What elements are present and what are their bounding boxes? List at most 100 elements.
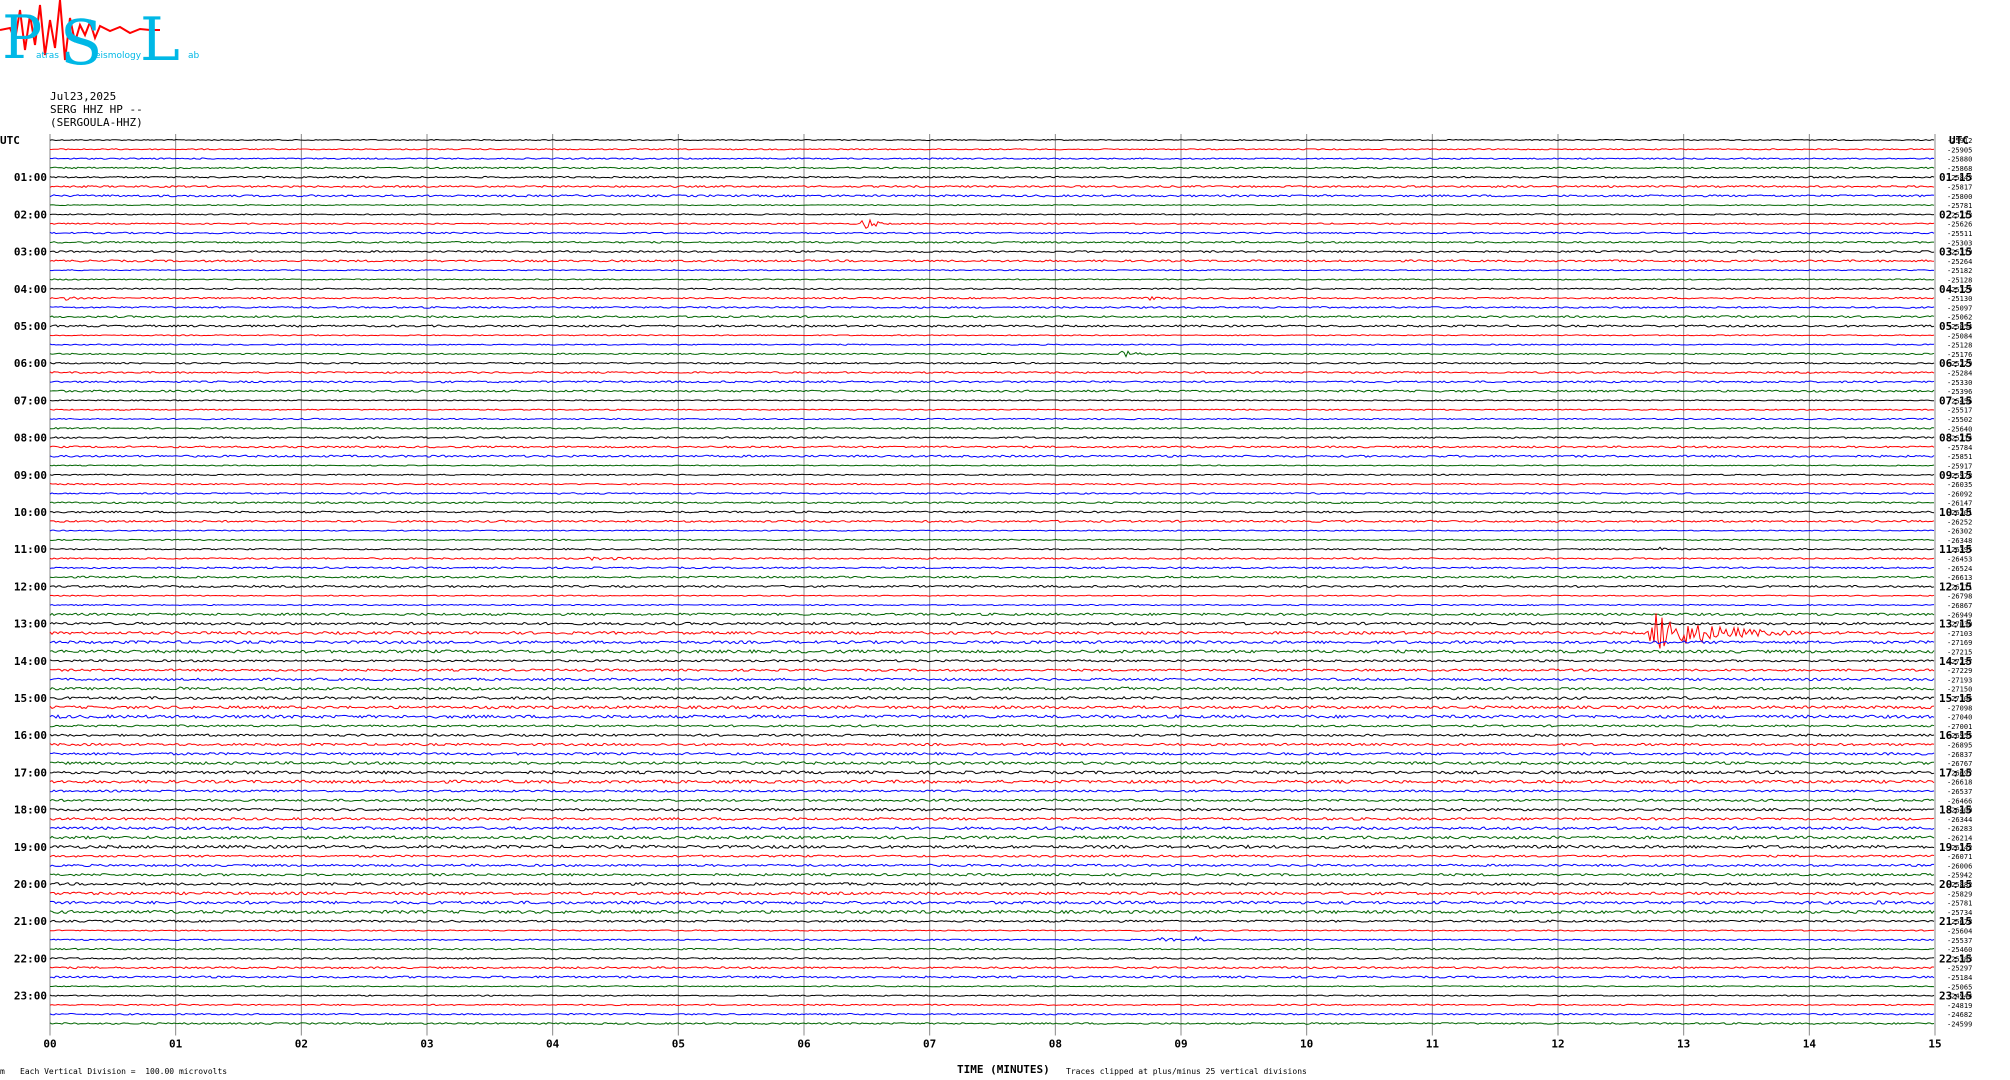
seismic-trace (49, 705, 1935, 710)
left-hour-label: 10:00 (14, 506, 47, 519)
trace-offset-label: -25130 (1947, 295, 1972, 303)
trace-offset-label: -26035 (1947, 481, 1972, 489)
left-hour-label: 08:00 (14, 432, 47, 445)
seismic-trace (49, 612, 1935, 617)
seismic-trace (49, 935, 1935, 942)
seismic-trace (49, 389, 1935, 393)
left-hour-label: 18:00 (14, 804, 47, 817)
right-utc-label: UTC (1949, 134, 1969, 147)
right-hour-label: 16:15 (1939, 729, 1972, 742)
trace-offset-label: -26798 (1947, 593, 1972, 601)
seismic-trace (49, 529, 1935, 532)
right-hour-label: 10:15 (1939, 506, 1972, 519)
trace-offset-label: -25537 (1947, 937, 1972, 945)
seismic-trace (49, 510, 1935, 514)
seismic-trace (49, 724, 1935, 728)
scale-note: Each Vertical Division = 100.00 microvol… (20, 1067, 228, 1076)
seismic-trace (49, 417, 1935, 421)
seismic-trace (49, 798, 1935, 803)
seismic-trace (49, 454, 1935, 458)
trace-offset-label: -25184 (1947, 974, 1972, 982)
seismic-trace (49, 919, 1935, 923)
left-hour-label: 17:00 (14, 766, 47, 779)
trace-offset-label: -26092 (1947, 490, 1972, 498)
seismic-trace (50, 427, 1935, 430)
seismic-trace (49, 204, 1935, 207)
right-hour-label: 19:15 (1939, 841, 1972, 854)
seismic-trace (49, 305, 1935, 309)
seismic-trace (50, 770, 1935, 775)
seismic-trace (49, 138, 1935, 142)
trace-offset-label: -25264 (1947, 258, 1972, 266)
x-tick-label: 08 (1049, 1038, 1062, 1051)
trace-offset-label: -27098 (1947, 704, 1972, 712)
seismic-trace (49, 649, 1935, 654)
trace-offset-label: -27169 (1947, 639, 1972, 647)
left-hour-label: 16:00 (14, 729, 47, 742)
right-hour-label: 03:15 (1939, 246, 1972, 259)
trace-offset-label: -25297 (1947, 965, 1972, 973)
seismic-trace (49, 779, 1935, 785)
x-tick-label: 07 (923, 1038, 936, 1051)
left-hour-label: 03:00 (14, 246, 47, 259)
seismic-trace (49, 1022, 1935, 1025)
trace-offset-label: -25502 (1947, 416, 1972, 424)
right-hour-label: 11:15 (1939, 543, 1972, 556)
seismic-trace (49, 994, 1935, 997)
x-tick-label: 04 (546, 1038, 560, 1051)
seismic-trace (49, 566, 1935, 570)
seismic-trace (49, 966, 1935, 970)
trace-offset-label: -25905 (1947, 146, 1972, 154)
right-hour-label: 17:15 (1939, 766, 1972, 779)
trace-offset-label: -25097 (1947, 304, 1972, 312)
trace-offset-label: -27229 (1947, 667, 1972, 675)
seismic-trace (49, 538, 1935, 542)
trace-offset-label: -26453 (1947, 556, 1972, 564)
corner-mark: m (0, 1067, 5, 1076)
seismic-trace (49, 184, 1935, 189)
right-hour-label: 23:15 (1939, 990, 1972, 1003)
seismic-trace (49, 863, 1934, 868)
seismic-trace (49, 350, 1935, 358)
right-hour-label: 08:15 (1939, 432, 1972, 445)
trace-offset-label: -25829 (1947, 890, 1972, 898)
left-utc-label: UTC (0, 134, 20, 147)
trace-offset-label: -26618 (1947, 779, 1972, 787)
right-hour-label: 02:15 (1939, 208, 1972, 221)
seismic-trace (49, 909, 1935, 915)
trace-offset-label: -26895 (1947, 742, 1972, 750)
trace-offset-label: -25604 (1947, 928, 1972, 936)
seismic-trace (49, 686, 1935, 691)
right-hour-label: 18:15 (1939, 804, 1972, 817)
seismic-trace (49, 250, 1935, 254)
seismic-trace (49, 825, 1935, 831)
x-tick-label: 03 (420, 1038, 433, 1051)
seismic-trace (50, 985, 1935, 988)
seismic-trace (49, 175, 1935, 179)
trace-offset-label: -26524 (1947, 565, 1972, 573)
trace-offset-label: -25781 (1947, 900, 1972, 908)
left-hour-label: 12:00 (14, 580, 47, 593)
seismic-trace (49, 575, 1935, 579)
seismic-trace (49, 408, 1935, 411)
left-hour-label: 20:00 (14, 878, 47, 891)
seismic-trace (49, 334, 1935, 337)
seismic-trace (49, 556, 1935, 562)
seismic-trace (49, 695, 1935, 701)
seismic-trace (49, 1012, 1935, 1016)
x-axis-title: TIME (MINUTES) (957, 1063, 1050, 1076)
seismic-trace (49, 166, 1935, 170)
x-tick-label: 13 (1677, 1038, 1690, 1051)
trace-offset-label: -25084 (1947, 332, 1972, 340)
right-hour-label: 22:15 (1939, 952, 1972, 965)
trace-offset-label: -25517 (1947, 407, 1972, 415)
left-hour-label: 22:00 (14, 952, 47, 965)
seismic-trace (49, 259, 1935, 263)
seismic-trace (49, 194, 1935, 198)
trace-offset-label: -25182 (1947, 267, 1972, 275)
trace-offset-label: -27040 (1947, 714, 1972, 722)
trace-offset-label: -24682 (1947, 1011, 1972, 1019)
seismic-trace (49, 501, 1935, 505)
trace-offset-label: -26344 (1947, 816, 1972, 824)
x-tick-label: 01 (169, 1038, 183, 1051)
